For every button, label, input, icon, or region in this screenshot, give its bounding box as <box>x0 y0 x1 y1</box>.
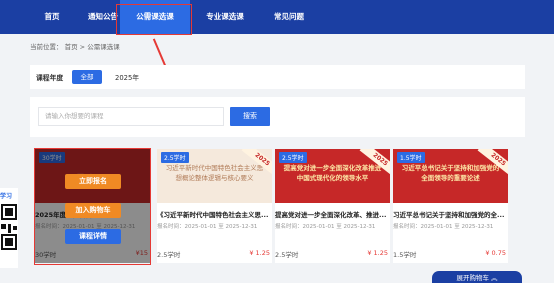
course-hours: 1.5学时 <box>393 251 417 259</box>
thumbnail-text: 习近平新时代中国特色社会主义思想概论整体逻辑与核心要义 <box>165 164 264 182</box>
search-button[interactable]: 搜索 <box>230 107 270 126</box>
breadcrumb: 当前位置： 首页 > 公需课选课 <box>30 41 120 51</box>
hours-badge: 2.5学时 <box>161 152 189 163</box>
course-card[interactable]: 提高党对进一步全面深化改革推进中国式现代化的领导水平 2.5学时 2025 提高… <box>275 149 390 263</box>
course-price: ¥ 1.25 <box>367 249 388 257</box>
breadcrumb-home[interactable]: 首页 <box>65 43 78 51</box>
course-title[interactable]: 《习近平新时代中国特色社会主义思... <box>157 209 272 219</box>
expand-cart-button[interactable]: 展开购物车 ︽ <box>432 271 522 283</box>
breadcrumb-prefix: 当前位置： <box>30 43 63 51</box>
enroll-period: 报名时间：2025-01-01 至 2025-12-31 <box>275 224 376 230</box>
nav-item-home[interactable]: 首页 <box>32 0 72 34</box>
nav-item-professional-courses[interactable]: 专业课选课 <box>195 0 255 34</box>
course-price: ¥ 0.75 <box>485 249 506 257</box>
year-all-button[interactable]: 全部 <box>72 70 102 84</box>
qr-code-panel[interactable]: 学习 <box>0 188 18 268</box>
thumbnail-text: 提高党对进一步全面深化改革推进中国式现代化的领导水平 <box>283 164 382 182</box>
course-thumbnail: 提高党对进一步全面深化改革推进中国式现代化的领导水平 2.5学时 2025 <box>275 149 390 203</box>
hours-badge: 1.5学时 <box>397 152 425 163</box>
search-bar: 请输入你想要的课程 搜索 <box>30 97 525 137</box>
year-filter: 课程年度 全部 2025年 <box>30 65 525 89</box>
course-price: ¥ 1.25 <box>249 249 270 257</box>
course-title[interactable]: 提高党对进一步全面深化改革、推进... <box>275 209 390 219</box>
course-card[interactable]: 习近平总书记关于坚持和加强党的全面领导的重要论述 1.5学时 2025 习近平总… <box>393 149 508 263</box>
course-card[interactable]: 习近平新时代中国特色社会主义思想概论整体逻辑与核心要义 2.5学时 2025 《… <box>157 149 272 263</box>
top-nav: 首页 通知公告 公需课选课 专业课选课 常见问题 <box>0 0 554 34</box>
expand-cart-label: 展开购物车 <box>456 274 489 282</box>
enroll-period: 报名时间：2025-01-01 至 2025-12-31 <box>157 224 258 230</box>
qr-panel-label: 学习 <box>0 193 13 200</box>
course-hours: 2.5学时 <box>157 251 181 259</box>
course-thumbnail: 习近平新时代中国特色社会主义思想概论整体逻辑与核心要义 2.5学时 2025 <box>157 149 272 203</box>
thumbnail-text: 习近平总书记关于坚持和加强党的全面领导的重要论述 <box>401 164 500 182</box>
course-thumbnail: 习近平总书记关于坚持和加强党的全面领导的重要论述 1.5学时 2025 <box>393 149 508 203</box>
enroll-period: 报名时间：2025-01-01 至 2025-12-31 <box>393 224 494 230</box>
nav-item-faq[interactable]: 常见问题 <box>262 0 316 34</box>
course-hours: 2.5学时 <box>275 251 299 259</box>
annotation-highlight-box <box>116 4 192 35</box>
year-2025-option[interactable]: 2025年 <box>115 72 139 82</box>
breadcrumb-current: 公需课选课 <box>87 43 120 51</box>
qr-code-icon <box>1 204 17 250</box>
annotation-card-highlight <box>34 148 151 265</box>
course-title[interactable]: 习近平总书记关于坚持和加强党的全... <box>393 209 508 219</box>
search-input[interactable]: 请输入你想要的课程 <box>38 107 224 126</box>
hours-badge: 2.5学时 <box>279 152 307 163</box>
year-filter-label: 课程年度 <box>36 74 64 82</box>
breadcrumb-separator: > <box>79 43 86 51</box>
chevron-up-icon: ︽ <box>491 274 498 282</box>
